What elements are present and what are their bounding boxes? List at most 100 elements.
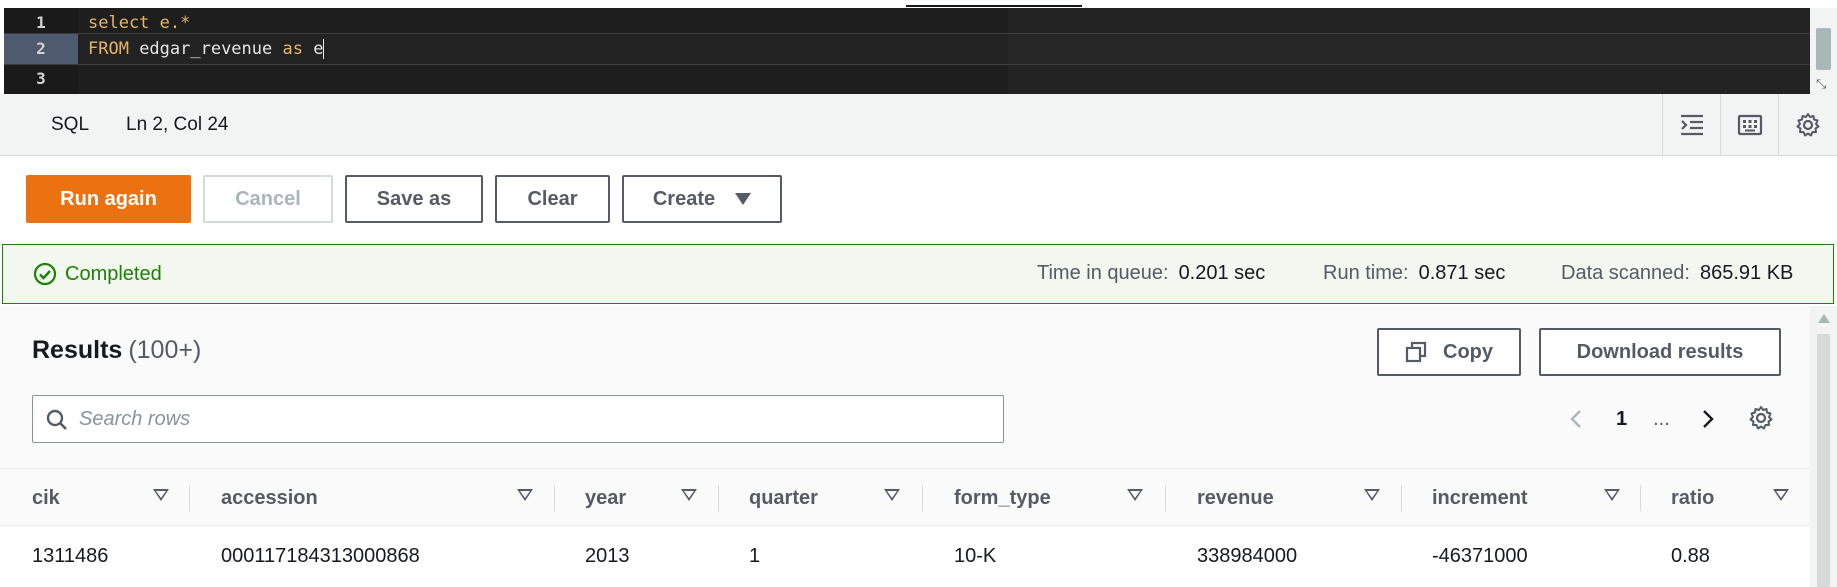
sort-icon[interactable]: [884, 489, 900, 501]
results-heading: Results (100+): [32, 336, 201, 365]
run-again-button[interactable]: Run again: [26, 175, 191, 223]
data-scanned-value: 865.91 KB: [1699, 262, 1794, 284]
editor-statusbar: SQL Ln 2, Col 24: [0, 94, 1837, 156]
cell-revenue: 338984000: [1197, 545, 1298, 567]
gear-icon: [1796, 113, 1819, 137]
data-scanned-label: Data scanned:: [1561, 262, 1690, 284]
line-number: 3: [36, 69, 46, 88]
cursor-position: Ln 2, Col 24: [126, 114, 229, 135]
keyboard-icon: [1737, 114, 1762, 136]
sort-icon[interactable]: [517, 489, 533, 501]
sort-icon[interactable]: [1127, 489, 1143, 501]
results-panel: Results(100+) Copy Download results 1 ..…: [0, 306, 1810, 587]
time-in-queue: Time in queue: 0.201 sec: [1037, 262, 1265, 285]
cell-quarter: 1: [749, 545, 761, 567]
table-header: cik accession year quarter form_type rev…: [0, 468, 1810, 526]
language-label: SQL: [51, 114, 90, 135]
clear-button[interactable]: Clear: [495, 175, 610, 223]
code-token: e: [302, 39, 324, 59]
column-divider[interactable]: [554, 485, 555, 511]
sql-editor[interactable]: 1 select e.* 2 FROM edgar_revenue as e 3: [4, 8, 1810, 94]
run-time-value: 0.871 sec: [1418, 262, 1506, 284]
column-divider[interactable]: [718, 485, 719, 511]
copy-button[interactable]: Copy: [1377, 328, 1521, 376]
code-token: select: [88, 13, 150, 33]
column-divider[interactable]: [189, 485, 190, 511]
next-page-button[interactable]: [1696, 408, 1718, 430]
results-scroll-thumb[interactable]: [1817, 334, 1830, 587]
column-header-revenue[interactable]: revenue: [1197, 469, 1274, 527]
table-settings-button[interactable]: [1748, 405, 1774, 431]
query-actions: Run again Cancel Save as Clear Create: [0, 157, 1837, 243]
text-cursor: [323, 39, 325, 59]
download-results-button[interactable]: Download results: [1539, 328, 1781, 376]
cell-ratio: 0.88: [1671, 545, 1710, 567]
create-dropdown-button[interactable]: Create: [622, 175, 782, 223]
results-count: (100+): [128, 336, 202, 364]
time-in-queue-value: 0.201 sec: [1178, 262, 1266, 284]
create-label: Create: [652, 187, 716, 210]
results-title: Results: [32, 336, 123, 364]
code-token: edgar_revenue: [128, 39, 283, 59]
column-header-ratio[interactable]: ratio: [1671, 469, 1714, 527]
chevron-left-icon: [1570, 410, 1581, 428]
column-header-increment[interactable]: increment: [1432, 469, 1528, 527]
code-token: e.*: [149, 13, 191, 33]
column-divider[interactable]: [922, 485, 923, 511]
copy-icon: [1405, 341, 1427, 363]
cell-accession: 000117184313000868: [221, 545, 420, 567]
column-header-year[interactable]: year: [585, 469, 626, 527]
indent-button[interactable]: [1662, 94, 1720, 156]
column-header-accession[interactable]: accession: [221, 469, 318, 527]
sort-icon[interactable]: [1773, 489, 1789, 501]
cell-year: 2013: [585, 545, 630, 567]
column-divider[interactable]: [1165, 485, 1166, 511]
column-header-cik[interactable]: cik: [32, 469, 60, 527]
search-icon: [46, 409, 67, 430]
cancel-button[interactable]: Cancel: [203, 175, 333, 223]
save-as-button[interactable]: Save as: [345, 175, 483, 223]
scroll-up-icon[interactable]: [1818, 314, 1830, 323]
run-time-label: Run time:: [1323, 262, 1409, 284]
chevron-right-icon: [1702, 410, 1714, 428]
resize-handle-icon[interactable]: ⤡: [1816, 76, 1826, 92]
search-input[interactable]: [79, 402, 979, 436]
column-divider[interactable]: [1640, 485, 1641, 511]
editor-scroll-thumb[interactable]: [1816, 28, 1831, 70]
indent-icon: [1680, 114, 1703, 136]
page-number[interactable]: 1: [1616, 408, 1627, 431]
caret-down-icon: [735, 193, 752, 205]
time-in-queue-label: Time in queue:: [1037, 262, 1169, 284]
tab-indicator: [906, 5, 1082, 7]
status-text: Completed: [65, 262, 162, 285]
sort-icon[interactable]: [1364, 489, 1380, 501]
editor-settings-button[interactable]: [1778, 94, 1836, 156]
sort-icon[interactable]: [153, 489, 169, 501]
column-header-form-type[interactable]: form_type: [954, 469, 1051, 527]
pagination: 1 ...: [1566, 402, 1718, 436]
column-header-quarter[interactable]: quarter: [749, 469, 818, 527]
status-indicator: Completed: [33, 262, 162, 286]
cell-form-type: 10-K: [954, 545, 997, 567]
sort-icon[interactable]: [1604, 489, 1620, 501]
line-code[interactable]: FROM edgar_revenue as e: [88, 34, 325, 64]
code-token: FROM: [88, 39, 129, 59]
query-status-banner: Completed Time in queue: 0.201 sec Run ti…: [2, 244, 1834, 304]
table-row[interactable]: 1311486 000117184313000868 2013 1 10-K 3…: [0, 526, 1810, 587]
editor-line-active[interactable]: 2 FROM edgar_revenue as e: [4, 33, 1810, 65]
column-divider[interactable]: [1401, 485, 1402, 511]
editor-line[interactable]: 3: [4, 64, 1810, 94]
code-token: as: [282, 39, 303, 59]
editor-scrollbar[interactable]: ⤡: [1810, 8, 1837, 94]
run-time: Run time: 0.871 sec: [1323, 262, 1505, 285]
results-scrollbar[interactable]: [1810, 306, 1837, 587]
prev-page-button[interactable]: [1566, 408, 1588, 430]
cell-cik: 1311486: [32, 545, 109, 567]
sort-icon[interactable]: [681, 489, 697, 501]
search-rows[interactable]: [32, 395, 1004, 443]
page-ellipsis: ...: [1653, 407, 1670, 430]
data-scanned: Data scanned: 865.91 KB: [1561, 262, 1793, 285]
keyboard-shortcuts-button[interactable]: [1720, 94, 1778, 156]
check-circle-icon: [33, 262, 57, 286]
line-number: 2: [4, 34, 78, 64]
